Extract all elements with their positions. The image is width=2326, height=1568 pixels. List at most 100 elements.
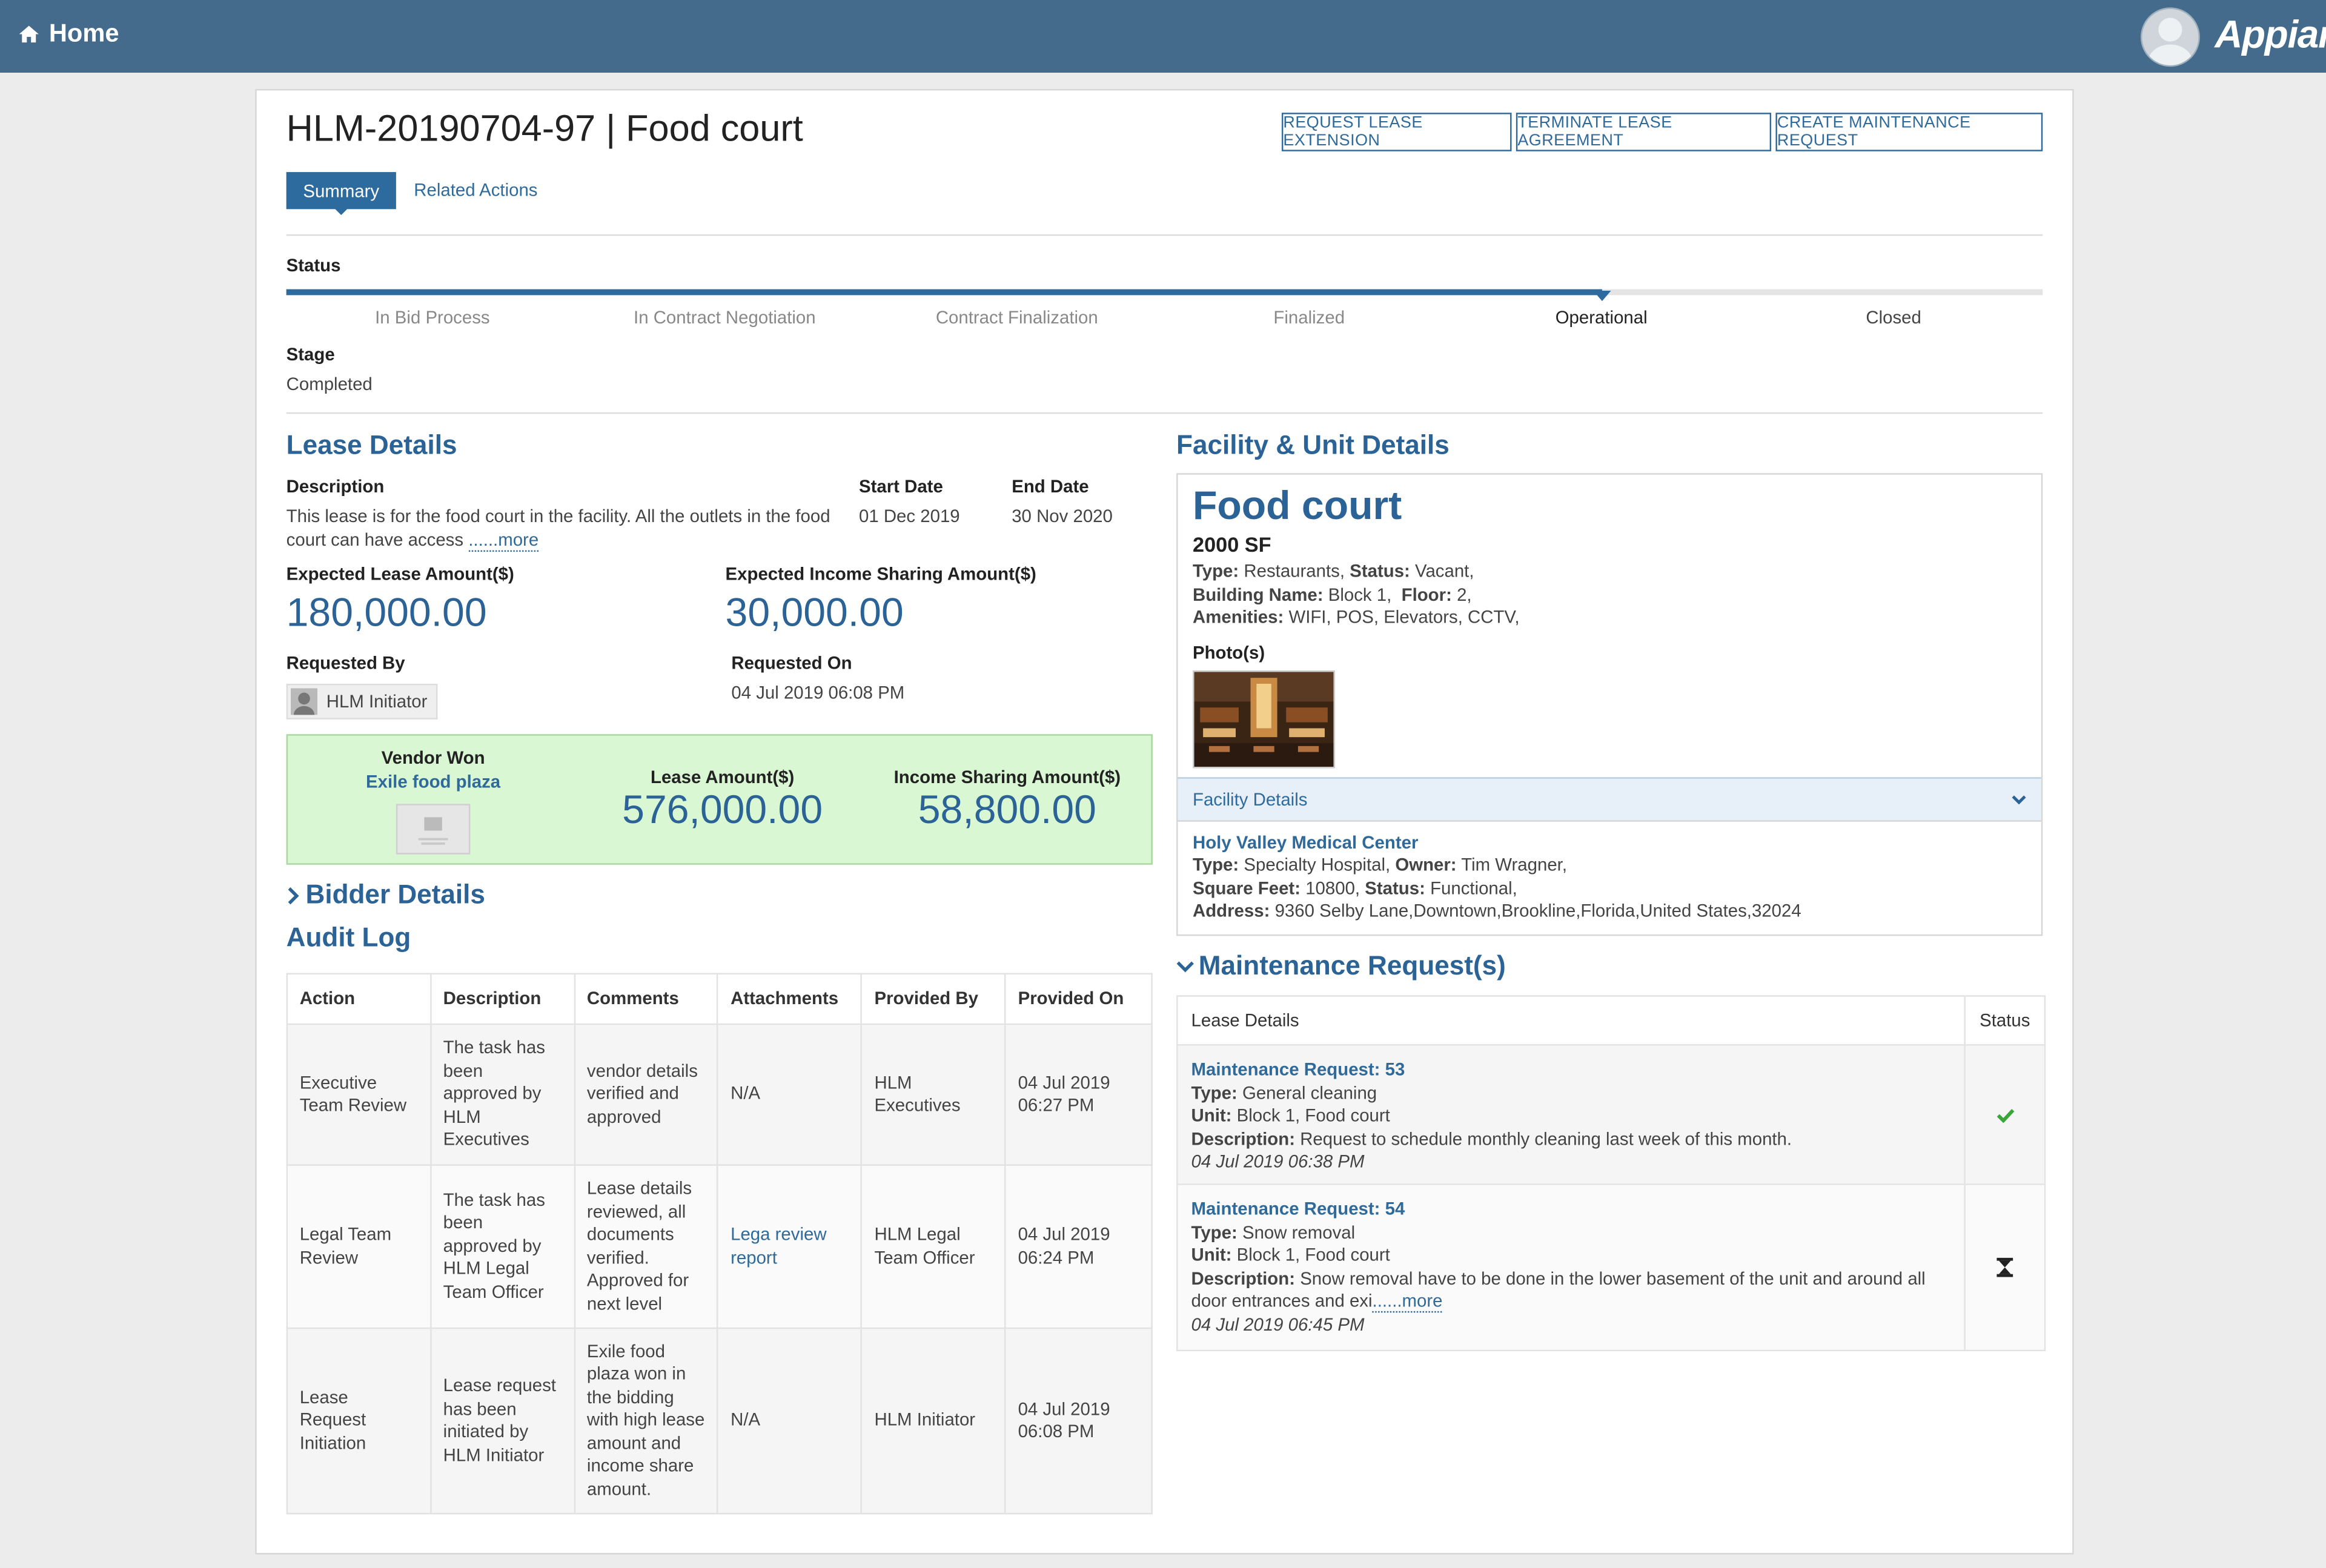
cell-action: Lease Request Initiation [287,1328,431,1513]
cell-provided-by: HLM Initiator [862,1328,1006,1513]
start-date-label: Start Date [859,476,943,497]
table-header-row: Action Description Comments Attachments … [287,974,1152,1024]
expected-income-value: 30,000.00 [726,590,904,637]
chevron-right-icon [287,886,301,904]
unit-name: Food court [1193,483,1402,529]
hourglass-icon [1996,1258,2013,1277]
type-value: Snow removal [1242,1222,1355,1242]
cell-attachment: N/A [718,1328,861,1513]
unit-value: Block 1, Food court [1237,1105,1390,1126]
column-header: Provided On [1006,974,1152,1024]
cell-attachment: N/A [718,1024,861,1165]
description-label: Description: [1191,1268,1295,1288]
tab-related-actions[interactable]: Related Actions [414,179,537,200]
facility-name-link[interactable]: Holy Valley Medical Center [1193,832,1418,853]
chevron-down-icon [2012,793,2026,806]
maintenance-heading: Maintenance Request(s) [1199,951,1506,982]
cell-attachment: Lega review report [718,1165,861,1328]
list-item: Maintenance Request: 54 Type: Snow remov… [1178,1185,1966,1350]
description-more-link[interactable]: ......more [468,529,538,551]
maintenance-request-details: Maintenance Request: 53 Type: General cl… [1191,1059,1955,1174]
status-stage: In Bid Process [287,307,578,328]
unit-label: Unit: [1191,1105,1232,1126]
divider [287,234,2043,236]
amenities-label: Amenities: [1193,607,1284,627]
expected-lease-label: Expected Lease Amount($) [287,564,514,584]
cell-description: The task has been approved by HLM Execut… [431,1024,574,1165]
appian-logo: Appian [2215,12,2326,58]
maintenance-request-link[interactable]: Maintenance Request: 53 [1191,1059,1955,1082]
status-stage: Finalized [1163,307,1455,328]
request-lease-extension-button[interactable]: REQUEST LEASE EXTENSION [1282,113,1512,151]
status-cell [1966,1185,2044,1350]
status-stage: Closed [1748,307,2039,328]
record-card: HLM-20190704-97 | Food court REQUEST LEA… [255,89,2073,1555]
description-more-link[interactable]: ......more [1373,1291,1443,1313]
description-label: Description [287,476,385,497]
terminate-lease-button[interactable]: TERMINATE LEASE AGREEMENT [1516,113,1771,151]
facility-photo[interactable] [1193,670,1335,769]
requested-by-label: Requested By [287,653,405,673]
maintenance-request-link[interactable]: Maintenance Request: 54 [1191,1199,1955,1222]
facility-attributes: Type: Specialty Hospital, Owner: Tim Wra… [1193,855,1801,924]
cell-action: Legal Team Review [287,1165,431,1328]
sqft-label: Square Feet: [1193,878,1301,898]
end-date-value: 30 Nov 2020 [1012,506,1113,526]
type-label: Type: [1193,561,1239,581]
column-header: Provided By [862,974,1006,1024]
cell-provided-on: 04 Jul 2019 06:27 PM [1006,1024,1152,1165]
audit-log-heading: Audit Log [287,922,411,953]
lease-amount-label: Lease Amount($) [578,767,866,787]
cell-comments: vendor details verified and approved [574,1024,718,1165]
requested-on-value: 04 Jul 2019 06:08 PM [731,683,904,703]
cell-provided-by: HLM Legal Team Officer [862,1165,1006,1328]
image-icon [397,806,469,853]
vendor-won-label: Vendor Won [288,747,578,768]
requested-by-user[interactable]: HLM Initiator [287,684,438,719]
cell-provided-on: 04 Jul 2019 06:24 PM [1006,1165,1152,1328]
cell-provided-on: 04 Jul 2019 06:08 PM [1006,1328,1152,1513]
create-maintenance-request-button[interactable]: CREATE MAINTENANCE REQUEST [1775,113,2043,151]
check-icon [1996,1107,2013,1122]
tab-summary[interactable]: Summary [287,172,396,209]
stage-value: Completed [287,374,373,394]
table-row: Legal Team Review The task has been appr… [287,1165,1152,1328]
requested-by-name: HLM Initiator [326,691,428,712]
status-stage-current: Operational [1455,307,1747,328]
end-date-label: End Date [1012,476,1088,497]
request-date: 04 Jul 2019 06:45 PM [1191,1314,1955,1337]
restaurant-photo [1194,672,1333,767]
facility-status-value: Functional, [1430,878,1517,898]
cell-provided-by: HLM Executives [862,1024,1006,1165]
chevron-down-icon [1176,959,1194,973]
status-stage: Contract Finalization [871,307,1163,328]
description-value: Snow removal have to be done in the lowe… [1191,1268,1926,1311]
table-row: Lease Request Initiation Lease request h… [287,1328,1152,1513]
facility-type-value: Specialty Hospital, [1244,855,1390,875]
income-sharing-label: Income Sharing Amount($) [863,767,1151,787]
vendor-name-link[interactable]: Exile food plaza [288,771,578,792]
vendor-won-box: Vendor Won Exile food plaza Lease Amount… [287,734,1153,865]
tab-caret-icon [334,208,348,215]
description-label: Description: [1191,1128,1295,1148]
home-label: Home [49,19,119,49]
cell-description: Lease request has been initiated by HLM … [431,1328,574,1513]
floor-value: 2, [1457,584,1472,604]
column-header: Comments [574,974,718,1024]
home-link[interactable]: Home [18,19,119,49]
column-header: Lease Details [1178,997,1966,1046]
user-avatar[interactable] [2141,7,2200,67]
attachment-link[interactable]: Lega review report [731,1223,826,1267]
status-stage: In Contract Negotiation [578,307,870,328]
type-label: Type: [1191,1222,1238,1242]
bidder-details-toggle[interactable]: Bidder Details [287,879,485,910]
cell-comments: Lease details reviewed, all documents ve… [574,1165,718,1328]
type-label: Type: [1193,855,1239,875]
photos-label: Photo(s) [1193,642,1265,663]
facility-details-section-header[interactable]: Facility Details [1178,777,2041,821]
lease-details-heading: Lease Details [287,430,457,461]
request-date: 04 Jul 2019 06:38 PM [1191,1151,1955,1174]
cell-description: The task has been approved by HLM Legal … [431,1165,574,1328]
maintenance-toggle[interactable]: Maintenance Request(s) [1176,951,1506,982]
status-progress-bar [287,289,1602,296]
